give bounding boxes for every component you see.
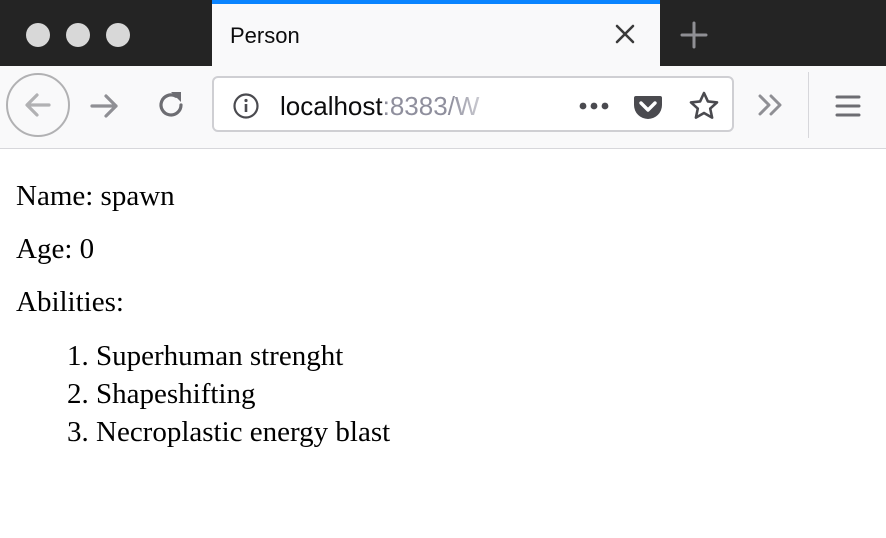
tab-active-indicator bbox=[212, 0, 660, 4]
info-icon[interactable] bbox=[232, 92, 260, 120]
tab-strip: Person bbox=[0, 0, 886, 66]
back-button[interactable] bbox=[6, 73, 70, 137]
close-icon[interactable] bbox=[612, 21, 638, 47]
star-icon[interactable] bbox=[688, 90, 720, 122]
window-minimize-dot[interactable] bbox=[66, 23, 90, 47]
age-line: Age: 0 bbox=[16, 232, 95, 265]
tab-person[interactable]: Person bbox=[212, 0, 660, 66]
url-host: localhost bbox=[280, 91, 383, 121]
window-zoom-dot[interactable] bbox=[106, 23, 130, 47]
list-item: Shapeshifting bbox=[96, 375, 870, 413]
ellipsis-icon[interactable] bbox=[576, 96, 612, 116]
abilities-heading: Abilities: bbox=[16, 285, 124, 318]
list-item: Necroplastic energy blast bbox=[96, 413, 870, 451]
url-bar[interactable]: localhost:8383/W bbox=[212, 76, 734, 132]
pocket-icon[interactable] bbox=[632, 90, 664, 122]
window-close-dot[interactable] bbox=[26, 23, 50, 47]
tab-title: Person bbox=[230, 23, 300, 48]
url-port-path: :8383/W bbox=[382, 91, 480, 121]
double-chevron-icon[interactable] bbox=[756, 90, 786, 120]
abilities-list: Superhuman strenght Shapeshifting Necrop… bbox=[16, 337, 870, 451]
hamburger-icon[interactable] bbox=[834, 92, 862, 120]
plus-icon[interactable] bbox=[678, 19, 710, 51]
arrow-right-icon[interactable] bbox=[88, 89, 122, 123]
page-content: Name: spawn Age: 0 Abilities: Superhuman… bbox=[0, 149, 886, 451]
list-item: Superhuman strenght bbox=[96, 337, 870, 375]
reload-icon[interactable] bbox=[154, 88, 188, 122]
arrow-left-icon bbox=[25, 93, 51, 117]
navigation-toolbar: localhost:8383/W bbox=[0, 66, 886, 149]
url-text[interactable]: localhost:8383/W bbox=[280, 91, 506, 121]
name-line: Name: spawn bbox=[16, 180, 175, 212]
toolbar-separator bbox=[808, 72, 809, 138]
